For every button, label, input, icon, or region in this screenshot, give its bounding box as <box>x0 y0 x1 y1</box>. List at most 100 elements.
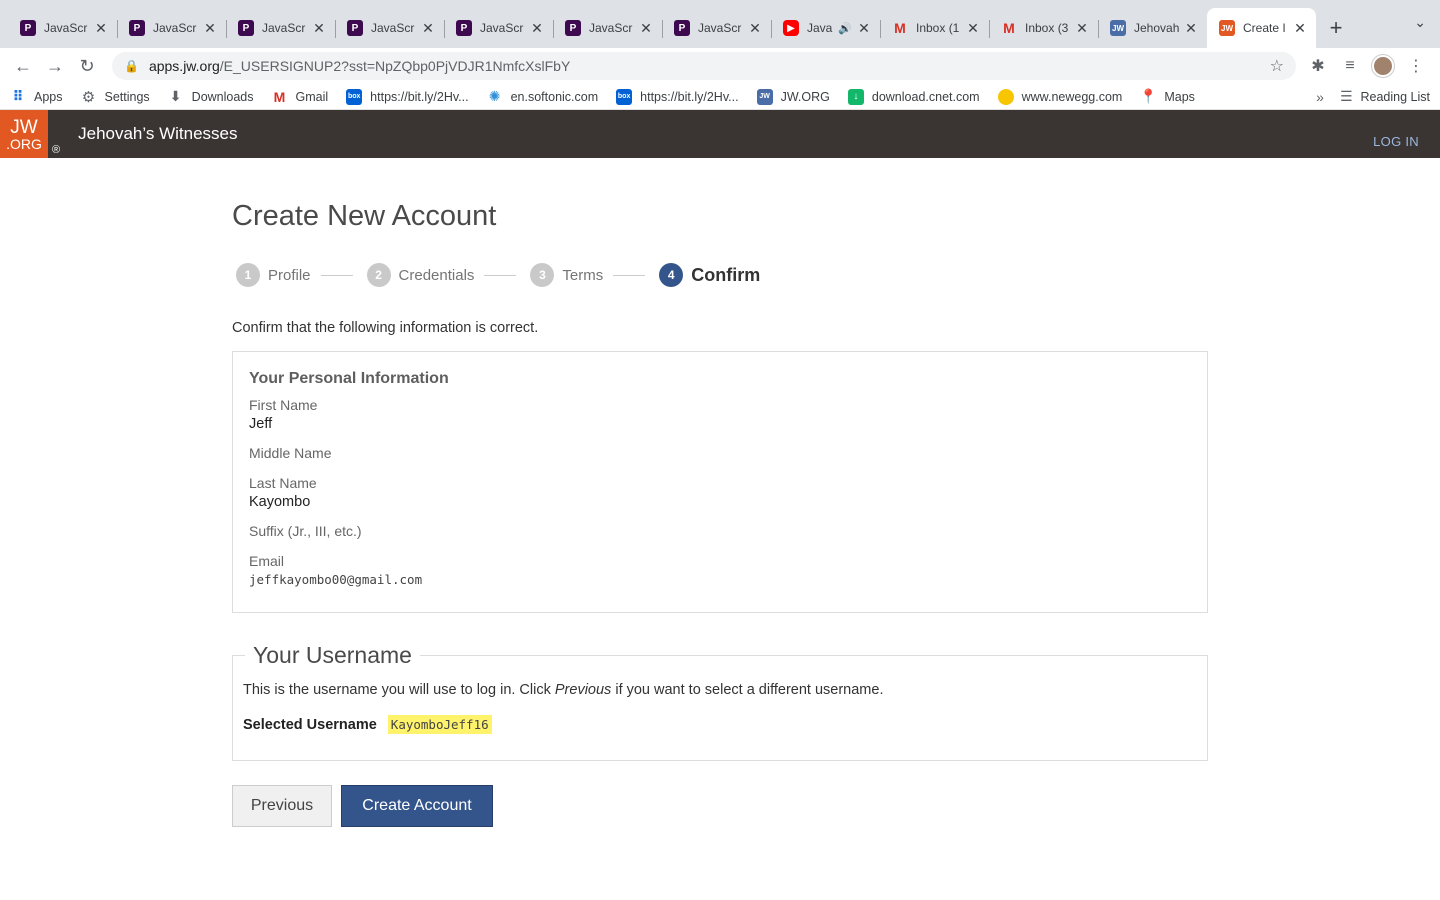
gmail-icon: M <box>273 88 286 105</box>
step-separator <box>320 274 353 276</box>
avatar[interactable] <box>1372 55 1394 77</box>
jw-icon: JW <box>1110 20 1126 36</box>
gmail-icon: M <box>1003 20 1015 36</box>
browser-toolbar: ← → ↻ 🔒 apps.jw.org/E_USERSIGNUP2?sst=Np… <box>0 48 1440 84</box>
p-icon: P <box>20 20 36 36</box>
address-bar[interactable]: 🔒 apps.jw.org/E_USERSIGNUP2?sst=NpZQbp0P… <box>112 52 1296 80</box>
browser-tab[interactable]: M Inbox (3 ✕ <box>989 8 1098 48</box>
p-icon: P <box>565 20 581 36</box>
bookmark-softonic[interactable]: ✺ en.softonic.com <box>487 88 598 105</box>
maps-icon: 📍 <box>1139 88 1158 104</box>
middle-name-label: Middle Name <box>249 445 332 461</box>
jw-orange-icon: JW <box>1219 20 1235 36</box>
close-icon[interactable]: ✕ <box>747 20 763 37</box>
reading-list-button[interactable]: ☰ Reading List <box>1340 88 1430 105</box>
close-icon[interactable]: ✕ <box>311 20 327 37</box>
step-confirm: 4 Confirm <box>655 263 760 287</box>
close-icon[interactable]: ✕ <box>1183 20 1199 37</box>
url-host: apps.jw.org <box>148 58 220 74</box>
chevron-down-icon[interactable]: ⌄ <box>1414 14 1426 31</box>
last-name-label: Last Name <box>249 475 317 491</box>
username-legend: Your Username <box>245 642 420 669</box>
bookmark-cnet[interactable]: ↓ download.cnet.com <box>847 88 980 105</box>
step-indicator: 1 Profile 2 Credentials 3 Terms 4 Confirm <box>232 260 1208 290</box>
close-icon[interactable]: ✕ <box>1074 20 1090 37</box>
star-icon[interactable]: ☆ <box>1270 56 1284 76</box>
browser-tab[interactable]: M Inbox (1 ✕ <box>880 8 989 48</box>
close-icon[interactable]: ✕ <box>202 20 218 37</box>
forward-button[interactable]: → <box>40 51 70 81</box>
puzzle-icon[interactable]: ✱ <box>1302 51 1334 81</box>
bookmark-downloads[interactable]: ⬇ Downloads <box>168 88 254 105</box>
box-icon: box <box>616 88 633 105</box>
bookmark-apps[interactable]: ⠿ Apps <box>10 88 63 105</box>
site-name: Jehovah’s Witnesses <box>78 124 238 143</box>
p-icon: P <box>674 20 690 36</box>
chevron-double-right-icon[interactable]: » <box>1316 89 1324 105</box>
p-icon: P <box>238 20 254 36</box>
bookmark-maps[interactable]: 📍 Maps <box>1139 88 1195 105</box>
browser-tab[interactable]: P JavaScr ✕ <box>553 8 662 48</box>
browser-tab[interactable]: P JavaScr ✕ <box>117 8 226 48</box>
gmail-icon: M <box>894 20 906 36</box>
selected-username-value: KayomboJeff16 <box>387 715 492 734</box>
step-terms: 3 Terms <box>526 263 603 287</box>
newegg-icon <box>997 88 1014 105</box>
close-icon[interactable]: ✕ <box>1292 20 1308 37</box>
personal-info-card: Your Personal Information First Name Jef… <box>232 351 1208 613</box>
jw-logo[interactable]: JW .ORG <box>0 110 48 158</box>
download-icon: ⬇ <box>169 88 182 104</box>
email-value: jeffkayombo00@gmail.com <box>249 572 423 587</box>
bookmarks-right: » ☰ Reading List <box>1316 88 1430 105</box>
close-icon[interactable]: ✕ <box>93 20 109 37</box>
browser-tab[interactable]: JW Jehovah ✕ <box>1098 8 1207 48</box>
reload-button[interactable]: ↻ <box>72 51 102 81</box>
browser-tab[interactable]: P JavaScr ✕ <box>335 8 444 48</box>
kebab-menu-icon[interactable]: ⋮ <box>1400 51 1432 81</box>
media-icon[interactable]: ≡ <box>1334 51 1366 81</box>
bookmark-jw[interactable]: JW JW.ORG <box>756 88 830 105</box>
bookmark-newegg[interactable]: www.newegg.com <box>997 88 1122 105</box>
browser-tab-active[interactable]: JW Create I ✕ <box>1207 8 1316 48</box>
back-button[interactable]: ← <box>8 51 38 81</box>
softonic-icon: ✺ <box>488 88 501 104</box>
close-icon[interactable]: ✕ <box>420 20 436 37</box>
create-account-button[interactable]: Create Account <box>341 785 493 827</box>
close-icon[interactable]: ✕ <box>965 20 981 37</box>
close-icon[interactable]: ✕ <box>529 20 545 37</box>
last-name-value: Kayombo <box>249 494 311 510</box>
cnet-icon: ↓ <box>847 88 864 105</box>
browser-tab[interactable]: ▶ Java 🔊 ✕ <box>771 8 880 48</box>
bookmark-gmail[interactable]: M Gmail <box>272 89 329 105</box>
close-icon[interactable]: ✕ <box>856 20 872 37</box>
close-icon[interactable]: ✕ <box>638 20 654 37</box>
selected-username-label: Selected Username <box>243 716 377 733</box>
speaker-icon[interactable]: 🔊 <box>838 22 852 35</box>
bookmark-box[interactable]: box https://bit.ly/2Hv... <box>346 88 469 105</box>
lock-icon[interactable]: 🔒 <box>124 59 139 73</box>
gear-icon: ⚙ <box>81 88 96 106</box>
browser-tab[interactable]: P JavaScr ✕ <box>662 8 771 48</box>
new-tab-button[interactable]: + <box>1316 8 1356 48</box>
p-icon: P <box>456 20 472 36</box>
username-instructions: This is the username you will use to log… <box>243 682 884 698</box>
username-fieldset: Your Username This is the username you w… <box>232 642 1208 761</box>
personal-info-heading: Your Personal Information <box>249 370 449 387</box>
box-icon: box <box>346 88 363 105</box>
browser-tab[interactable]: P JavaScr ✕ <box>226 8 335 48</box>
p-icon: P <box>129 20 145 36</box>
tab-strip: P JavaScr ✕ P JavaScr ✕ P JavaScr ✕ P JavaScr ✕ … <box>0 0 1440 48</box>
step-separator <box>484 274 517 276</box>
page-title: Create New Account <box>232 200 497 232</box>
suffix-label: Suffix (Jr., III, etc.) <box>249 523 362 539</box>
bookmark-settings[interactable]: ⚙ Settings <box>81 88 150 106</box>
bookmark-box[interactable]: box https://bit.ly/2Hv... <box>616 88 739 105</box>
registered-mark: ® <box>52 144 61 156</box>
first-name-label: First Name <box>249 397 318 413</box>
grid-icon: ⠿ <box>12 88 24 104</box>
browser-tab[interactable]: P JavaScr ✕ <box>444 8 553 48</box>
step-profile: 1 Profile <box>232 263 311 287</box>
browser-tab[interactable]: P JavaScr ✕ <box>8 8 117 48</box>
login-link[interactable]: LOG IN <box>1373 134 1419 149</box>
previous-button[interactable]: Previous <box>232 785 332 827</box>
